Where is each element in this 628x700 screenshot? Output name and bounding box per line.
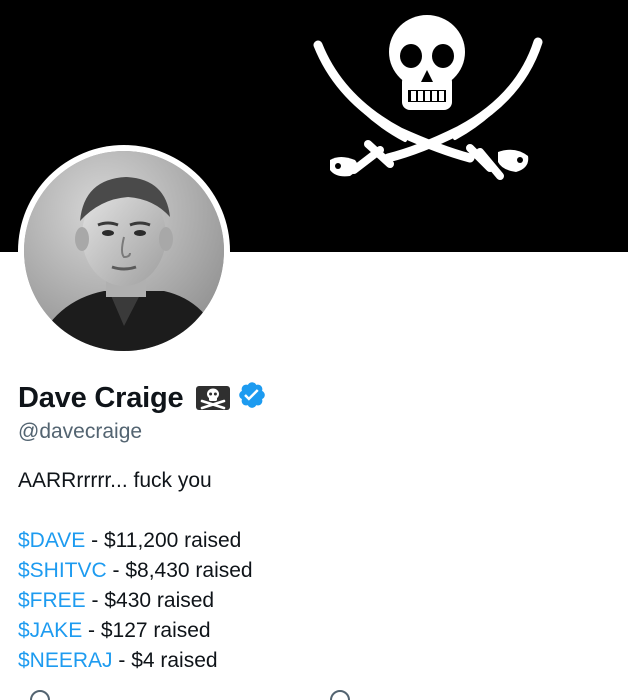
- profile-page: Dave Craige @davecraige AARRrrrrr... fuc…: [0, 0, 628, 700]
- verified-badge-icon[interactable]: [237, 380, 267, 410]
- user-handle: @davecraige: [18, 420, 143, 443]
- raise-amount: - $127 raised: [82, 619, 211, 642]
- raise-amount: - $8,430 raised: [106, 559, 253, 582]
- cashtag-link[interactable]: $FREE: [18, 589, 86, 612]
- raise-line: $NEERAJ - $4 raised: [18, 646, 608, 676]
- raise-line: $SHITVC - $8,430 raised: [18, 556, 608, 586]
- name-row: Dave Craige: [18, 378, 267, 418]
- cashtag-link[interactable]: $SHITVC: [18, 559, 107, 582]
- location-icon: [30, 690, 50, 700]
- raise-amount: - $430 raised: [85, 589, 215, 612]
- raise-line: $FREE - $430 raised: [18, 586, 608, 616]
- avatar[interactable]: [18, 145, 230, 357]
- bio-first-line: AARRrrrrr... fuck you: [18, 469, 212, 492]
- pirate-flag-icon: [195, 385, 231, 411]
- link-icon: [330, 690, 350, 700]
- avatar-photo: [24, 151, 224, 351]
- cashtag-link[interactable]: $DAVE: [18, 529, 85, 552]
- raise-amount: - $11,200 raised: [85, 529, 242, 552]
- raise-line: $DAVE - $11,200 raised: [18, 526, 608, 556]
- display-name: Dave Craige: [18, 381, 184, 414]
- cashtag-link[interactable]: $NEERAJ: [18, 649, 113, 672]
- bio-spacer: [18, 496, 608, 526]
- raise-line: $JAKE - $127 raised: [18, 616, 608, 646]
- raise-amount: - $4 raised: [112, 649, 218, 672]
- cashtag-link[interactable]: $JAKE: [18, 619, 82, 642]
- profile-bio: AARRrrrrr... fuck you $DAVE - $11,200 ra…: [18, 466, 608, 676]
